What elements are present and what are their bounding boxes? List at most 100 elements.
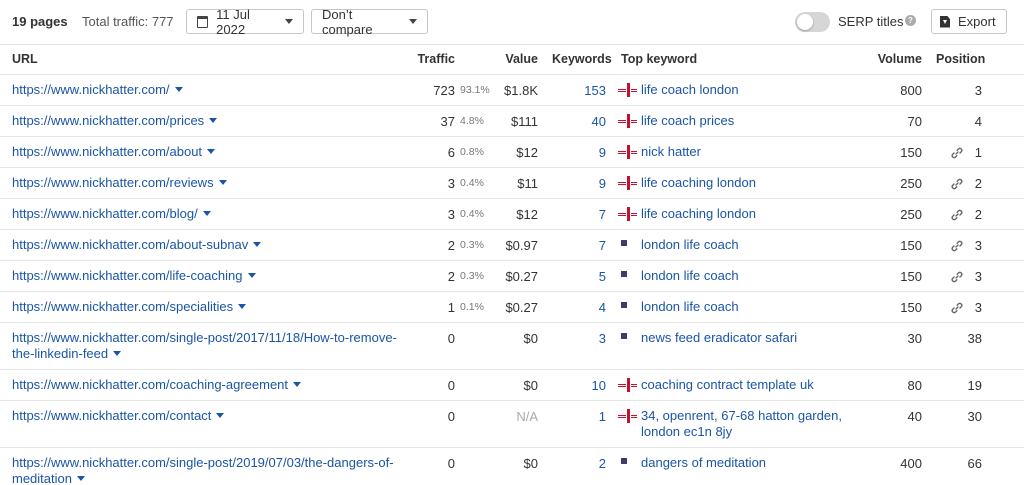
traffic-value: 3 <box>447 207 455 222</box>
top-keyword-link[interactable]: london life coach <box>641 268 861 284</box>
volume-value: 250 <box>900 176 922 191</box>
column-header-traffic[interactable]: Traffic <box>417 52 455 66</box>
top-keyword-link[interactable]: nick hatter <box>641 144 861 160</box>
chevron-down-icon[interactable] <box>76 476 85 481</box>
traffic-value: 0 <box>447 456 455 471</box>
keywords-count-link[interactable]: 3 <box>599 331 606 346</box>
link-icon <box>951 147 963 162</box>
page-url-link[interactable]: https://www.nickhatter.com/ <box>12 82 412 98</box>
keywords-count-link[interactable]: 9 <box>599 176 606 191</box>
export-label: Export <box>958 14 996 29</box>
page-url-link[interactable]: https://www.nickhatter.com/blog/ <box>12 206 412 222</box>
chevron-down-icon[interactable] <box>253 242 262 247</box>
page-url-link[interactable]: https://www.nickhatter.com/single-post/2… <box>12 330 412 362</box>
value-cell: $12 <box>516 207 538 222</box>
column-header-volume[interactable]: Volume <box>878 52 922 66</box>
top-keyword-link[interactable]: 34, openrent, 67-68 hatton garden, londo… <box>641 408 861 440</box>
traffic-value: 3 <box>447 176 455 191</box>
position-value: 3 <box>974 300 982 315</box>
table-row: https://www.nickhatter.com/coaching-agre… <box>0 369 1024 400</box>
column-header-position[interactable]: Position <box>936 52 985 66</box>
chevron-down-icon[interactable] <box>202 211 211 216</box>
traffic-value: 0 <box>447 409 455 424</box>
keywords-count-link[interactable]: 1 <box>599 409 606 424</box>
volume-value: 70 <box>907 114 922 129</box>
chevron-down-icon <box>409 19 417 24</box>
chevron-down-icon[interactable] <box>207 149 216 154</box>
top-keyword-link[interactable]: life coach london <box>641 82 861 98</box>
volume-value: 80 <box>907 378 922 393</box>
divider <box>0 44 1024 45</box>
keywords-count-link[interactable]: 9 <box>599 145 606 160</box>
pages-count: 19 pages <box>12 14 68 29</box>
download-icon <box>940 15 950 28</box>
link-icon <box>951 209 963 224</box>
top-keyword-link[interactable]: news feed eradicator safari <box>641 330 861 346</box>
compare-dropdown[interactable]: Don’t compare <box>311 7 428 37</box>
value-cell: N/A <box>516 409 538 424</box>
page-url-link[interactable]: https://www.nickhatter.com/contact <box>12 408 412 424</box>
table-row: https://www.nickhatter.com/life-coaching… <box>0 260 1024 291</box>
top-keyword-link[interactable]: london life coach <box>641 237 861 253</box>
position-value: 3 <box>974 238 982 253</box>
page-url-link[interactable]: https://www.nickhatter.com/about <box>12 144 412 160</box>
keywords-count-link[interactable]: 153 <box>584 83 606 98</box>
keywords-count-link[interactable]: 7 <box>599 207 606 222</box>
total-traffic: Total traffic: 777 <box>82 14 174 29</box>
top-keyword-link[interactable]: london life coach <box>641 299 861 315</box>
volume-value: 40 <box>907 409 922 424</box>
chevron-down-icon[interactable] <box>113 351 122 356</box>
page-url-link[interactable]: https://www.nickhatter.com/specialities <box>12 299 412 315</box>
traffic-percent: 0.1% <box>460 301 484 313</box>
keywords-count-link[interactable]: 7 <box>599 238 606 253</box>
value-cell: $0.97 <box>505 238 538 253</box>
chevron-down-icon[interactable] <box>293 382 302 387</box>
table-row: https://www.nickhatter.com/contact 0 N/A 1 3… <box>0 400 1024 447</box>
top-keyword-link[interactable]: coaching contract template uk <box>641 377 861 393</box>
page-url-link[interactable]: https://www.nickhatter.com/about-subnav <box>12 237 412 253</box>
keywords-count-link[interactable]: 10 <box>592 378 606 393</box>
date-picker-button[interactable]: 11 Jul 2022 <box>186 7 304 37</box>
keywords-count-link[interactable]: 40 <box>592 114 606 129</box>
position-value: 2 <box>974 207 982 222</box>
traffic-value: 723 <box>433 83 455 98</box>
page-url-link[interactable]: https://www.nickhatter.com/single-post/2… <box>12 455 412 485</box>
help-icon[interactable]: ? <box>905 15 916 26</box>
position-value: 3 <box>974 269 982 284</box>
top-keyword-link[interactable]: life coaching london <box>641 175 861 191</box>
column-header-top-keyword[interactable]: Top keyword <box>621 52 697 66</box>
column-header-url[interactable]: URL <box>12 52 38 66</box>
page-url-link[interactable]: https://www.nickhatter.com/reviews <box>12 175 412 191</box>
chevron-down-icon[interactable] <box>218 180 227 185</box>
position-value: 30 <box>967 409 982 424</box>
table-row: https://www.nickhatter.com/blog/3 0.4% $12… <box>0 198 1024 229</box>
table-row: https://www.nickhatter.com/single-post/2… <box>0 447 1024 485</box>
keywords-count-link[interactable]: 4 <box>599 300 606 315</box>
page-url-link[interactable]: https://www.nickhatter.com/life-coaching <box>12 268 412 284</box>
chevron-down-icon[interactable] <box>247 273 256 278</box>
value-cell: $0 <box>523 456 538 471</box>
top-keyword-link[interactable]: dangers of meditation <box>641 455 861 471</box>
top-keyword-link[interactable]: life coaching london <box>641 206 861 222</box>
table-row: https://www.nickhatter.com/prices 37 4.8% $… <box>0 105 1024 136</box>
chevron-down-icon[interactable] <box>216 413 225 418</box>
table-row: https://www.nickhatter.com/reviews 3 0.4% $… <box>0 167 1024 198</box>
position-value: 19 <box>967 378 982 393</box>
serp-titles-toggle[interactable] <box>795 12 830 32</box>
top-keyword-link[interactable]: life coach prices <box>641 113 861 129</box>
keywords-count-link[interactable]: 2 <box>599 456 606 471</box>
column-header-value[interactable]: Value <box>505 52 538 66</box>
column-header-keywords[interactable]: Keywords <box>552 52 612 66</box>
traffic-value: 2 <box>447 238 455 253</box>
keywords-count-link[interactable]: 5 <box>599 269 606 284</box>
chevron-down-icon[interactable] <box>238 304 247 309</box>
page-url-link[interactable]: https://www.nickhatter.com/prices <box>12 113 412 129</box>
traffic-value: 37 <box>440 114 455 129</box>
chevron-down-icon[interactable] <box>209 118 218 123</box>
table-row: https://www.nickhatter.com/specialities 1… <box>0 291 1024 322</box>
chevron-down-icon[interactable] <box>174 87 183 92</box>
export-button[interactable]: Export <box>931 9 1007 34</box>
volume-value: 150 <box>900 238 922 253</box>
page-url-link[interactable]: https://www.nickhatter.com/coaching-agre… <box>12 377 412 393</box>
traffic-percent: 4.8% <box>460 115 484 127</box>
